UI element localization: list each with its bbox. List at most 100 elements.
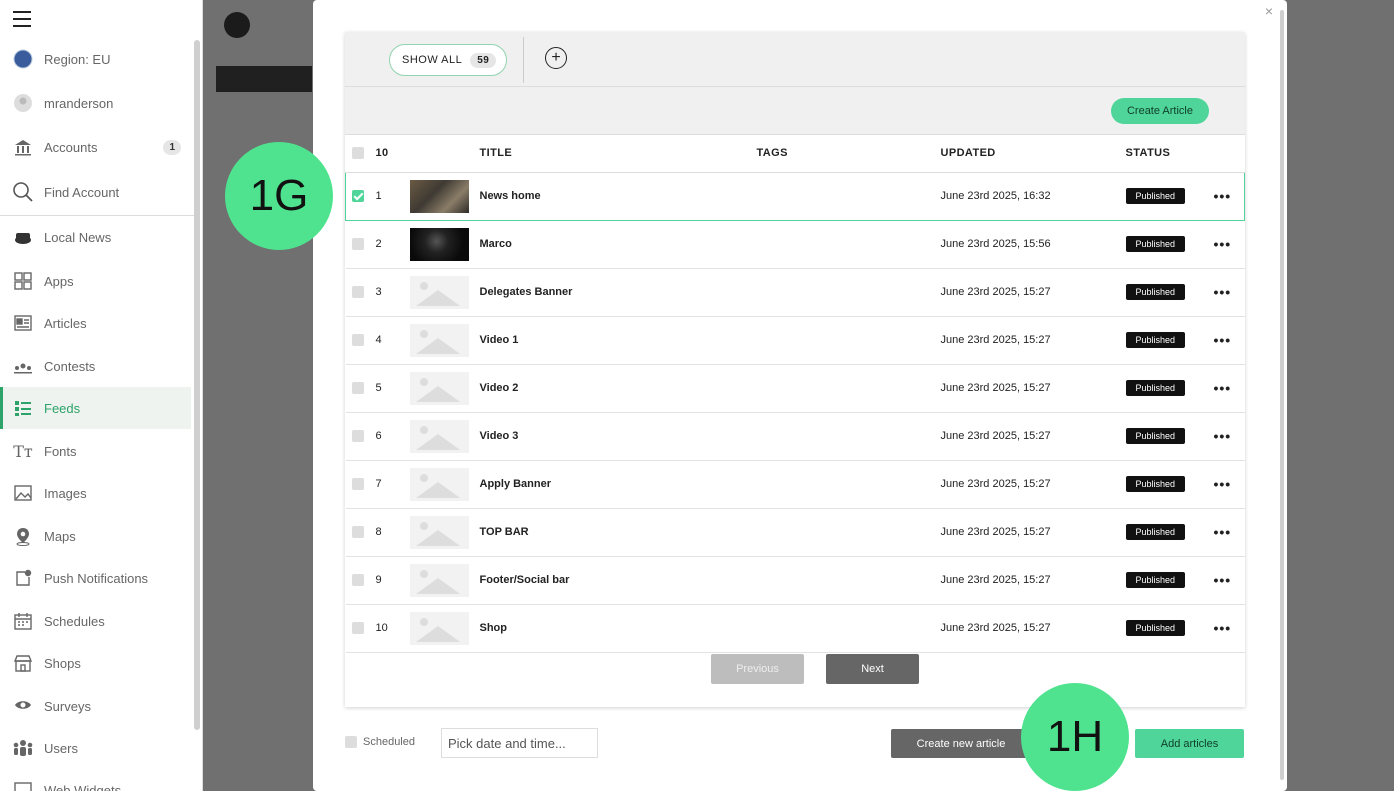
modal-scrollbar[interactable]: [1280, 10, 1284, 780]
sidebar-scrollbar[interactable]: [194, 40, 200, 730]
article-title[interactable]: Video 3: [479, 412, 757, 461]
article-tags: [756, 268, 941, 317]
more-options-icon[interactable]: •••: [1214, 332, 1232, 348]
article-title[interactable]: TOP BAR: [479, 508, 757, 557]
row-checkbox[interactable]: [351, 286, 364, 299]
tags-header[interactable]: TAGS: [756, 135, 941, 173]
region-selector[interactable]: Region: EU: [0, 38, 191, 80]
sidebar-item-label: Surveys: [44, 698, 91, 714]
more-options-icon[interactable]: •••: [1214, 620, 1232, 636]
table-row[interactable]: 8 TOP BAR June 23rd 2025, 15:27 Published ••…: [345, 508, 1245, 557]
add-articles-button[interactable]: Add articles: [1135, 729, 1244, 758]
article-thumbnail: [409, 323, 469, 357]
scheduled-option[interactable]: Scheduled: [345, 736, 415, 748]
more-options-icon[interactable]: •••: [1214, 428, 1232, 444]
more-options-icon[interactable]: •••: [1214, 380, 1232, 396]
row-checkbox[interactable]: [352, 190, 364, 203]
calendar-icon: [12, 610, 34, 632]
row-number: 9: [375, 556, 410, 605]
row-checkbox[interactable]: [351, 526, 364, 539]
row-checkbox[interactable]: [351, 382, 364, 395]
thumb-cell: [409, 268, 480, 317]
article-thumbnail: [409, 419, 469, 453]
status-badge: Published: [1125, 284, 1186, 300]
article-title[interactable]: Delegates Banner: [479, 268, 757, 317]
table-row[interactable]: 10 Shop June 23rd 2025, 15:27 Published •••: [345, 604, 1245, 653]
sidebar-item-label: Maps: [44, 528, 76, 544]
sidebar-item-label: Feeds: [44, 400, 81, 416]
article-title[interactable]: Video 1: [479, 316, 757, 365]
sidebar-item-apps[interactable]: Apps: [0, 260, 191, 302]
table-row[interactable]: 4 Video 1 June 23rd 2025, 15:27 Published ••…: [345, 316, 1245, 365]
close-icon[interactable]: ×: [1265, 3, 1273, 19]
table-row[interactable]: 9 Footer/Social bar June 23rd 2025, 15:27 P…: [345, 556, 1245, 605]
local-news-icon: [12, 226, 34, 248]
sidebar-item-find-account[interactable]: Find Account: [0, 171, 191, 213]
sidebar-item-shops[interactable]: Shops: [0, 642, 191, 684]
select-all-checkbox[interactable]: [351, 147, 364, 160]
row-checkbox[interactable]: [351, 334, 364, 347]
previous-button[interactable]: Previous: [711, 654, 804, 684]
more-options-icon[interactable]: •••: [1214, 188, 1232, 204]
row-checkbox[interactable]: [351, 622, 364, 635]
scheduled-checkbox[interactable]: [345, 736, 357, 748]
more-options-icon[interactable]: •••: [1214, 236, 1232, 252]
status-header[interactable]: STATUS: [1125, 135, 1214, 173]
sidebar-item-label: Users: [44, 740, 78, 756]
sidebar-item-push-notifications[interactable]: Push Notifications: [0, 557, 191, 599]
sidebar-item-contests[interactable]: Contests: [0, 345, 191, 387]
add-filter-plus-icon[interactable]: +: [545, 47, 567, 69]
sidebar-item-surveys[interactable]: Surveys: [0, 685, 191, 727]
more-options-icon[interactable]: •••: [1214, 572, 1232, 588]
article-title[interactable]: Footer/Social bar: [479, 556, 757, 605]
sidebar-item-feeds[interactable]: Feeds: [0, 387, 191, 429]
more-options-icon[interactable]: •••: [1214, 476, 1232, 492]
sidebar-item-accounts[interactable]: Accounts 1: [0, 126, 191, 168]
callout-1g: 1G: [225, 142, 333, 250]
title-header[interactable]: TITLE: [479, 135, 757, 173]
sidebar-item-local-news[interactable]: Local News: [0, 216, 191, 258]
thumb-cell: [409, 556, 480, 605]
article-updated: June 23rd 2025, 15:27: [940, 604, 1126, 653]
show-all-filter[interactable]: SHOW ALL 59: [389, 44, 508, 76]
row-checkbox[interactable]: [351, 238, 364, 251]
sidebar-item-fonts[interactable]: Tт Fonts: [0, 430, 191, 472]
sidebar-item-articles[interactable]: Articles: [0, 302, 191, 344]
sidebar-item-schedules[interactable]: Schedules: [0, 600, 191, 642]
table-row[interactable]: 2 Marco June 23rd 2025, 15:56 Published •••: [345, 220, 1245, 269]
create-article-button[interactable]: Create Article: [1110, 98, 1209, 124]
hamburger-menu-icon[interactable]: [13, 11, 31, 27]
article-thumbnail: [409, 179, 469, 213]
sidebar-item-users[interactable]: Users: [0, 727, 191, 769]
article-title[interactable]: Video 2: [479, 364, 757, 413]
next-button[interactable]: Next: [826, 654, 919, 684]
row-checkbox[interactable]: [351, 478, 364, 491]
table-row[interactable]: 1 News home June 23rd 2025, 16:32 Published…: [345, 171, 1245, 221]
sidebar-item-web-widgets[interactable]: Web Widgets: [0, 769, 191, 791]
status-badge: Published: [1125, 332, 1186, 348]
article-title[interactable]: Shop: [479, 604, 757, 653]
user-profile[interactable]: mranderson: [0, 82, 191, 124]
status-cell: Published: [1125, 412, 1214, 461]
row-checkbox[interactable]: [351, 574, 364, 587]
sidebar-item-images[interactable]: Images: [0, 472, 191, 514]
create-new-article-button[interactable]: Create new article: [891, 729, 1031, 758]
more-options-icon[interactable]: •••: [1214, 524, 1232, 540]
table-row[interactable]: 3 Delegates Banner June 23rd 2025, 15:27 Pu…: [345, 268, 1245, 317]
search-icon: [12, 181, 34, 203]
table-row[interactable]: 5 Video 2 June 23rd 2025, 15:27 Published ••…: [345, 364, 1245, 413]
article-title[interactable]: News home: [479, 171, 757, 221]
date-time-picker[interactable]: Pick date and time...: [441, 728, 598, 758]
row-actions-cell: •••: [1213, 460, 1245, 509]
article-updated: June 23rd 2025, 15:27: [940, 556, 1126, 605]
article-title[interactable]: Apply Banner: [479, 460, 757, 509]
article-title[interactable]: Marco: [479, 220, 757, 269]
updated-header[interactable]: UPDATED: [940, 135, 1126, 173]
table-row[interactable]: 7 Apply Banner June 23rd 2025, 15:27 Publis…: [345, 460, 1245, 509]
status-badge: Published: [1125, 380, 1186, 396]
table-header-row: 10 TITLE TAGS UPDATED STATUS: [345, 135, 1245, 173]
sidebar-item-maps[interactable]: Maps: [0, 515, 191, 557]
more-options-icon[interactable]: •••: [1214, 284, 1232, 300]
table-row[interactable]: 6 Video 3 June 23rd 2025, 15:27 Published ••…: [345, 412, 1245, 461]
row-checkbox[interactable]: [351, 430, 364, 443]
